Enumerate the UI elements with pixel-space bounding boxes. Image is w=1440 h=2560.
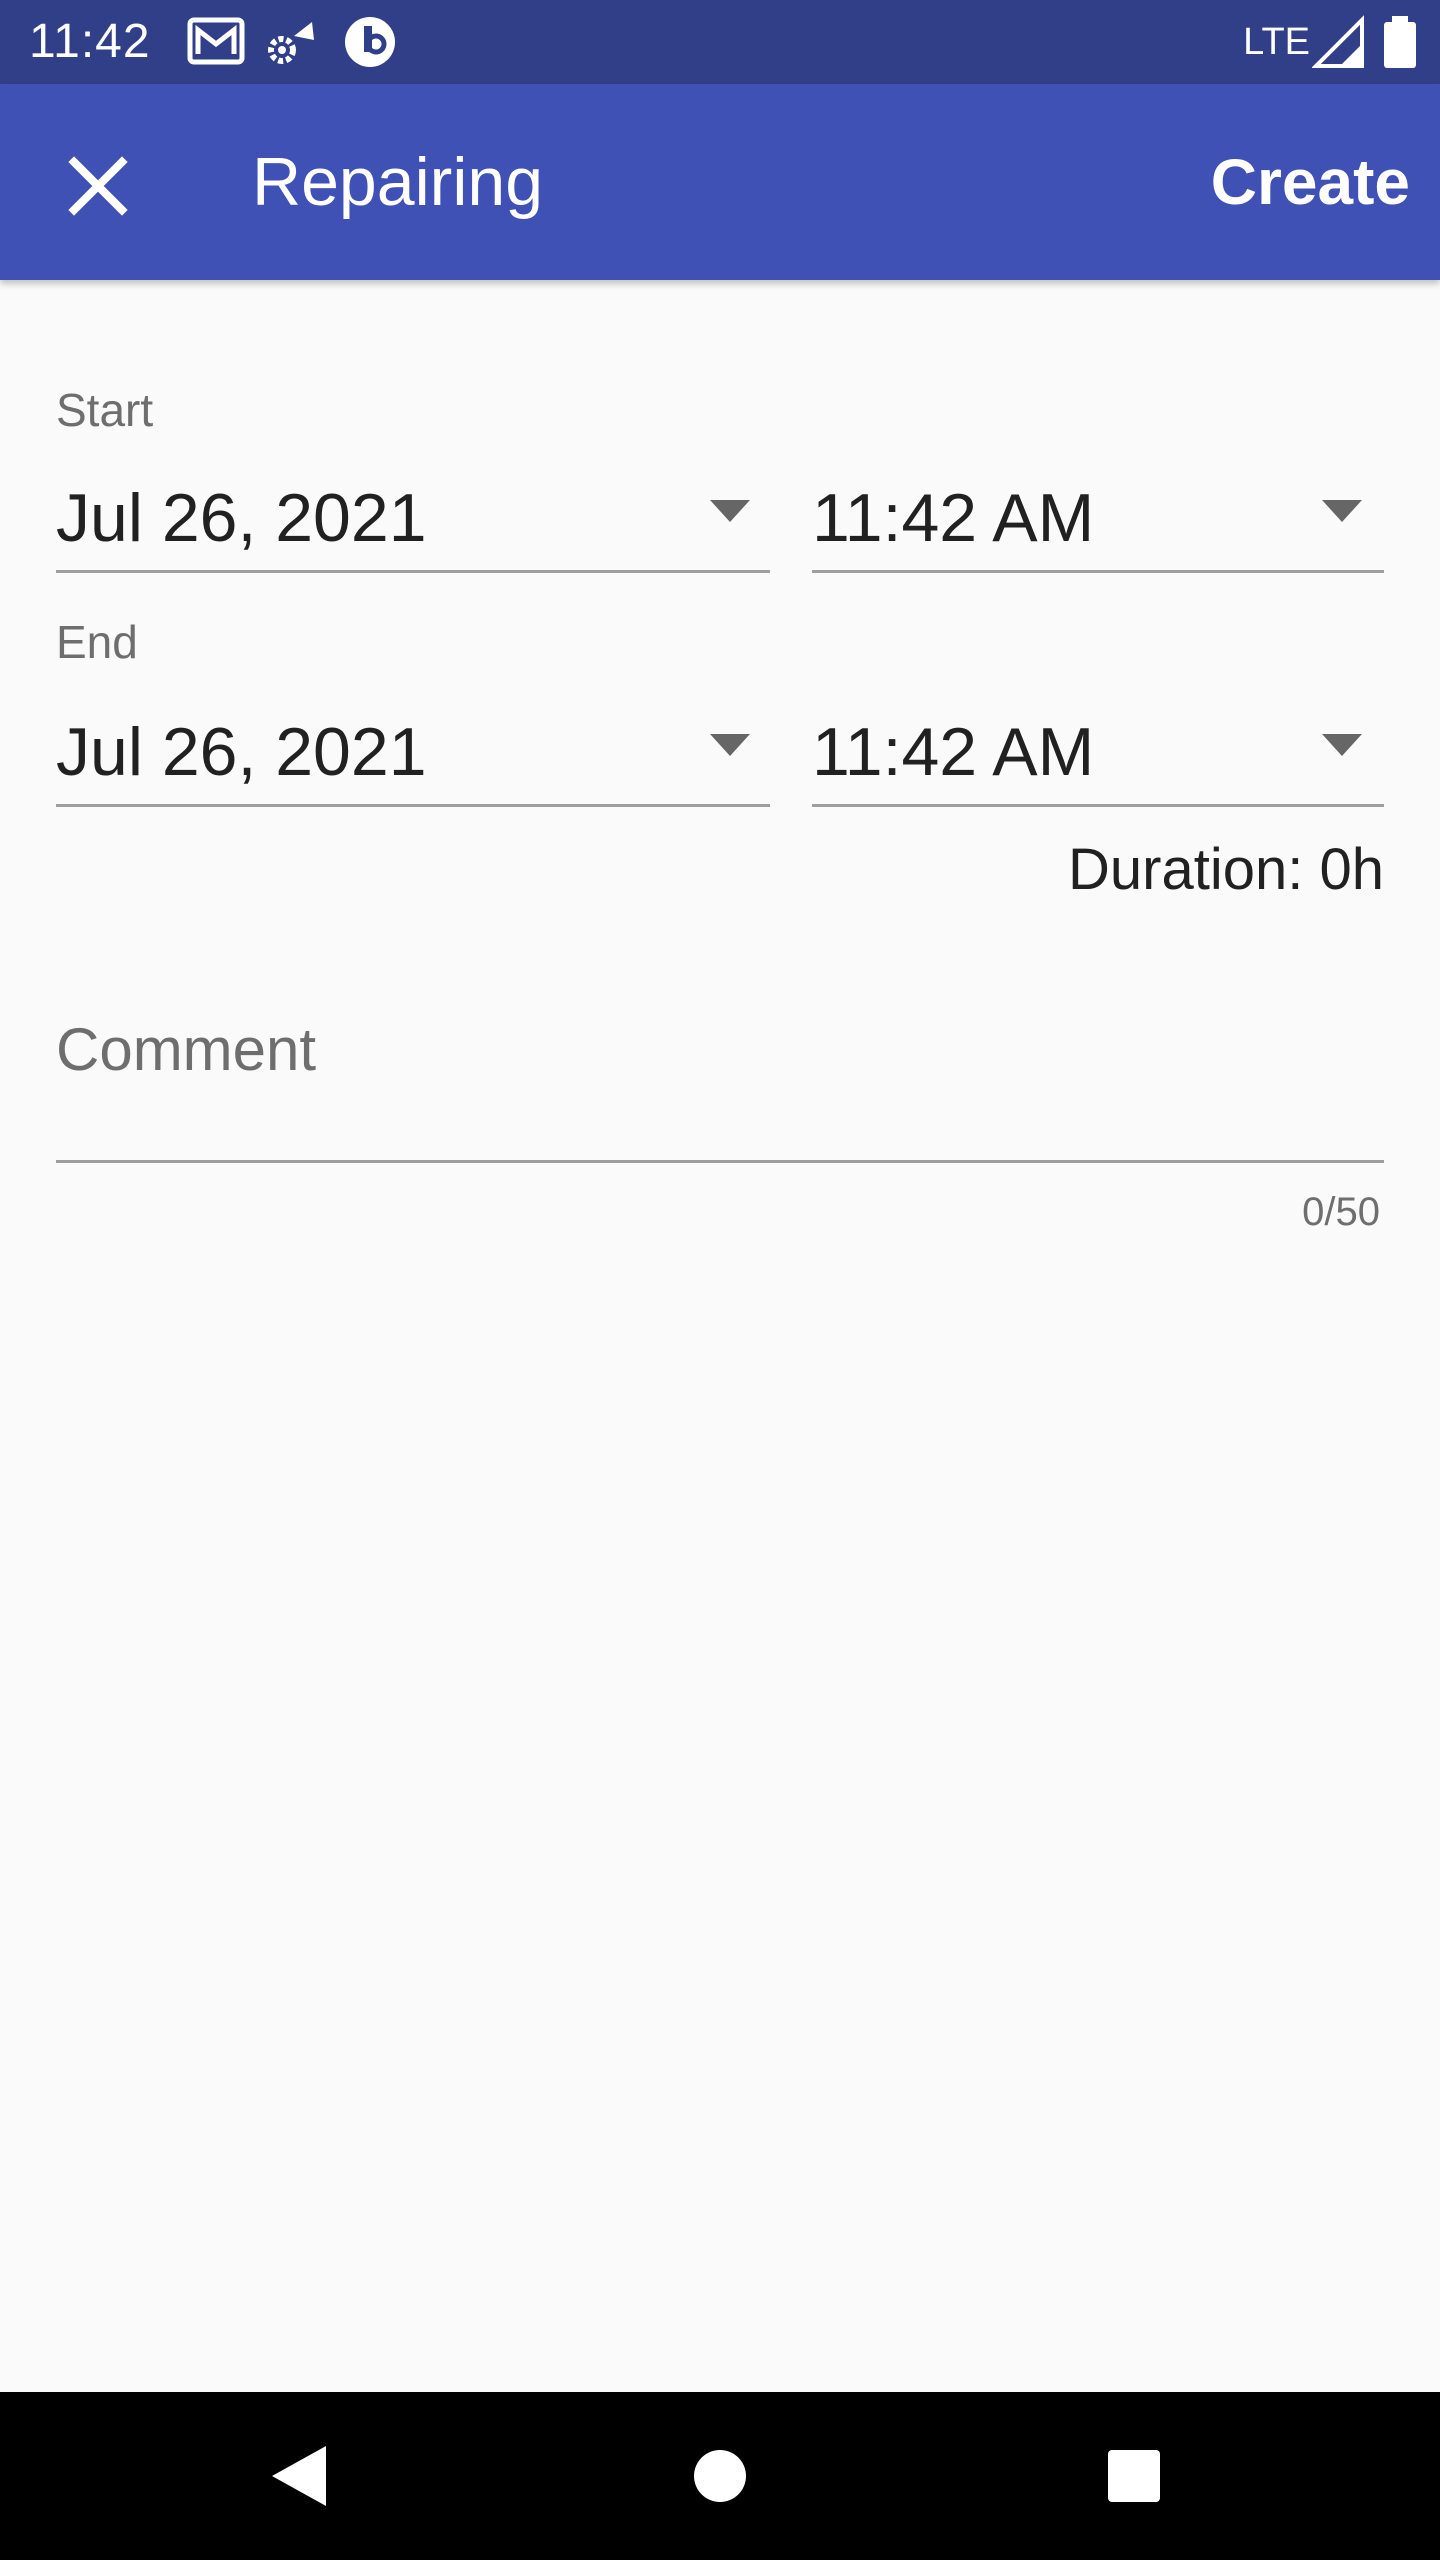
status-time: 11:42: [29, 15, 151, 68]
navigation-bar: [0, 2392, 1440, 2560]
chevron-down-icon: [1322, 734, 1362, 756]
screen: 11:42 LTE Repairing Create Start Jul 26,…: [0, 0, 1440, 2560]
start-date-picker[interactable]: Jul 26, 2021: [56, 460, 770, 573]
chevron-down-icon: [1322, 500, 1362, 522]
signal-icon: [1312, 15, 1364, 68]
settings-sync-icon: [268, 22, 314, 64]
recents-icon[interactable]: [1084, 2426, 1184, 2526]
chevron-down-icon: [710, 500, 750, 522]
close-icon[interactable]: [50, 138, 146, 234]
start-date-value: Jul 26, 2021: [56, 480, 427, 556]
character-counter: 0/50: [1302, 1190, 1380, 1234]
app-notification-icon: [345, 17, 395, 67]
network-type: LTE: [1243, 21, 1310, 63]
end-time-picker[interactable]: 11:42 AM: [812, 694, 1384, 807]
status-bar: 11:42 LTE: [0, 0, 1440, 84]
start-time-picker[interactable]: 11:42 AM: [812, 460, 1384, 573]
gmail-icon: [187, 17, 245, 65]
end-date-picker[interactable]: Jul 26, 2021: [56, 694, 770, 807]
start-time-value: 11:42 AM: [812, 480, 1095, 556]
duration-label: Duration: 0h: [1068, 837, 1384, 902]
app-bar: Repairing Create: [0, 84, 1440, 280]
home-icon[interactable]: [670, 2426, 770, 2526]
battery-icon: [1384, 16, 1416, 68]
end-date-value: Jul 26, 2021: [56, 714, 427, 790]
chevron-down-icon: [710, 734, 750, 756]
create-button[interactable]: Create: [1211, 140, 1410, 224]
page-title: Repairing: [252, 144, 544, 220]
comment-input[interactable]: [56, 1000, 1384, 1100]
back-icon[interactable]: [250, 2426, 350, 2526]
start-label: Start: [56, 384, 154, 436]
end-time-value: 11:42 AM: [812, 714, 1095, 790]
comment-field: [56, 1000, 1384, 1163]
end-label: End: [56, 616, 138, 668]
